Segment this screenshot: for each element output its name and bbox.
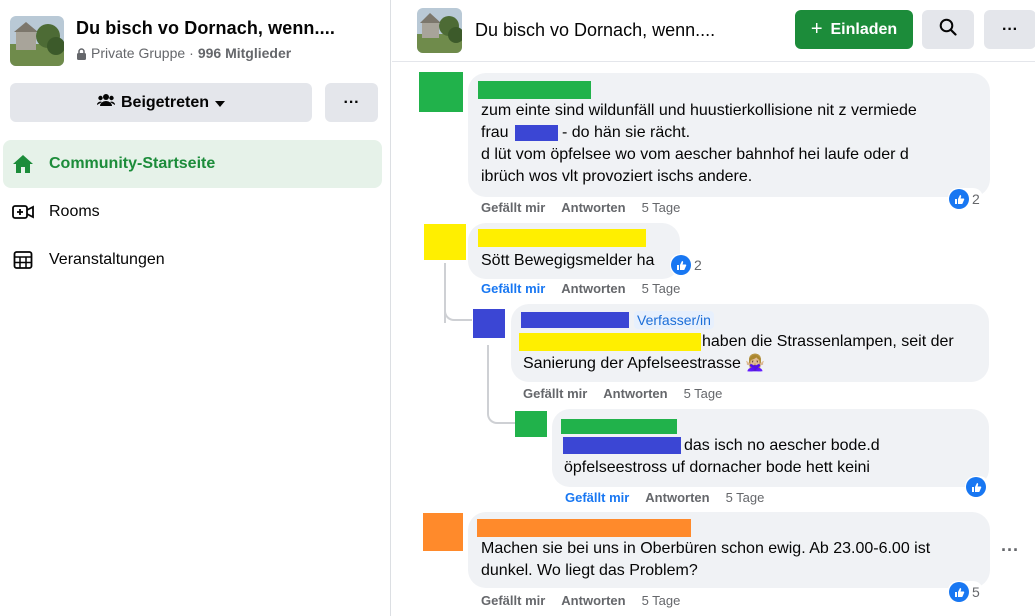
timestamp[interactable]: 5 Tage <box>726 490 765 505</box>
comment-line: zum einte sind wildunfäll und huustierko… <box>481 102 917 119</box>
comment-bubble: zum einte sind wildunfäll und huustierko… <box>468 73 990 197</box>
comment-line: frau <box>481 124 509 141</box>
like-reaction-icon <box>949 189 969 209</box>
reply-link[interactable]: Antworten <box>561 593 625 608</box>
rooms-icon <box>11 200 35 224</box>
meta-separator: · <box>189 45 194 61</box>
invite-button[interactable]: + Einladen <box>795 10 913 49</box>
avatar[interactable] <box>473 309 505 338</box>
comment-line: das isch no aescher bode.d <box>684 437 880 454</box>
comment-line: - do hän sie rächt. <box>562 124 691 141</box>
comment-bubble: Verfasser/in haben die Strassenlampen, s… <box>511 304 989 382</box>
reaction-number: 5 <box>972 584 980 600</box>
comment-actions: Gefällt mir Antworten 5 Tage <box>523 386 722 401</box>
like-link[interactable]: Gefällt mir <box>523 386 587 401</box>
redacted-author-name <box>477 519 691 537</box>
nav-label-events: Veranstaltungen <box>49 251 165 268</box>
reaction-count[interactable]: 2 <box>670 254 705 276</box>
redacted-author-name <box>478 81 591 99</box>
comment-actions: Gefällt mir Antworten 5 Tage <box>481 593 680 608</box>
like-reaction-icon <box>671 255 691 275</box>
comment-line: dunkel. Wo liegt das Problem? <box>481 562 698 579</box>
redacted-author-name <box>478 229 646 247</box>
reaction-number: 2 <box>972 191 980 207</box>
nav-item-events[interactable]: Veranstaltungen <box>3 236 382 284</box>
comment-line: öpfelseestross uf dornacher bode hett ke… <box>564 459 870 476</box>
nav-label-community-home: Community-Startseite <box>49 155 216 172</box>
like-reaction-icon <box>949 582 969 602</box>
group-more-button[interactable]: ··· <box>325 83 378 122</box>
lock-icon <box>76 47 87 60</box>
avatar[interactable] <box>419 72 463 112</box>
nav-item-community-home[interactable]: Community-Startseite <box>3 140 382 188</box>
comment-actions: Gefällt mir Antworten 5 Tage <box>481 281 680 296</box>
reaction-count[interactable]: 5 <box>948 581 983 603</box>
comment-line: Machen sie bei uns in Oberbüren schon ew… <box>481 540 931 557</box>
like-link[interactable]: Gefällt mir <box>481 593 545 608</box>
group-title[interactable]: Du bisch vo Dornach, wenn.... <box>76 18 335 39</box>
like-link[interactable]: Gefällt mir <box>481 200 545 215</box>
comment-bubble: Machen sie bei uns in Oberbüren schon ew… <box>468 512 990 588</box>
plus-icon: + <box>810 18 823 40</box>
comment-bubble: das isch no aescher bode.d öpfelseestros… <box>552 409 989 487</box>
search-icon <box>939 18 957 41</box>
comment-line: haben die Strassenlampen, seit der <box>702 333 954 350</box>
group-meta: Private Gruppe · 996 Mitglieder <box>76 45 291 61</box>
reply-link[interactable]: Antworten <box>561 200 625 215</box>
comment-line: ibrüch wos vlt provoziert ischs andere. <box>481 168 753 185</box>
calendar-icon <box>11 248 35 272</box>
comment-more-button[interactable]: ··· <box>1001 540 1019 561</box>
joined-button[interactable]: Beigetreten <box>10 83 312 122</box>
reply-link[interactable]: Antworten <box>603 386 667 401</box>
nav-item-rooms[interactable]: Rooms <box>3 188 382 236</box>
avatar[interactable] <box>424 224 466 260</box>
reply-link[interactable]: Antworten <box>645 490 709 505</box>
comment-actions: Gefällt mir Antworten 5 Tage <box>565 490 764 505</box>
more-dots: ··· <box>343 93 360 111</box>
joined-label: Beigetreten <box>120 93 210 111</box>
members-icon <box>96 93 116 112</box>
group-header: Du bisch vo Dornach, wenn.... + Einladen… <box>392 0 1035 62</box>
avatar[interactable] <box>423 513 463 551</box>
thread-connector <box>487 363 515 424</box>
group-cover-image[interactable] <box>10 16 64 66</box>
home-icon <box>11 152 35 176</box>
group-privacy: Private Gruppe <box>91 45 186 61</box>
redacted-mention <box>515 125 558 141</box>
group-members[interactable]: 996 Mitglieder <box>198 45 291 61</box>
timestamp[interactable]: 5 Tage <box>642 593 681 608</box>
sidebar: Du bisch vo Dornach, wenn.... Private Gr… <box>0 0 391 616</box>
reaction-count[interactable]: 2 <box>948 188 983 210</box>
like-reaction-icon <box>966 477 986 497</box>
header-group-image[interactable] <box>417 8 462 53</box>
timestamp[interactable]: 5 Tage <box>642 281 681 296</box>
comment-actions: Gefällt mir Antworten 5 Tage <box>481 200 680 215</box>
reply-link[interactable]: Antworten <box>561 281 625 296</box>
like-link[interactable]: Gefällt mir <box>565 490 629 505</box>
reaction-count[interactable] <box>965 476 989 498</box>
comments-feed: zum einte sind wildunfäll und huustierko… <box>392 63 1035 616</box>
avatar[interactable] <box>515 411 547 437</box>
header-more-button[interactable]: ··· <box>984 10 1035 49</box>
timestamp[interactable]: 5 Tage <box>684 386 723 401</box>
search-button[interactable] <box>922 10 974 49</box>
more-dots: ··· <box>1002 20 1018 38</box>
timestamp[interactable]: 5 Tage <box>642 200 681 215</box>
invite-label: Einladen <box>830 20 898 38</box>
author-badge: Verfasser/in <box>634 311 714 329</box>
redacted-author-name <box>561 419 677 434</box>
thread-connector <box>444 263 472 321</box>
comment-line: d lüt vom öpfelsee wo vom aescher bahnho… <box>481 146 909 163</box>
nav-label-rooms: Rooms <box>49 203 100 220</box>
reaction-number: 2 <box>694 257 702 273</box>
redacted-mention <box>519 333 701 351</box>
like-link[interactable]: Gefällt mir <box>481 281 545 296</box>
comment-bubble: Sött Bewegigsmelder ha <box>468 223 680 279</box>
header-title[interactable]: Du bisch vo Dornach, wenn.... <box>475 20 715 41</box>
redacted-author-name <box>521 312 629 328</box>
comment-line: Sanierung der Apfelseestrasse 🙅🏼‍♀️ <box>523 355 766 372</box>
redacted-mention <box>563 437 681 454</box>
caret-down-icon <box>215 94 226 112</box>
comment-line: Sött Bewegigsmelder ha <box>481 252 655 269</box>
